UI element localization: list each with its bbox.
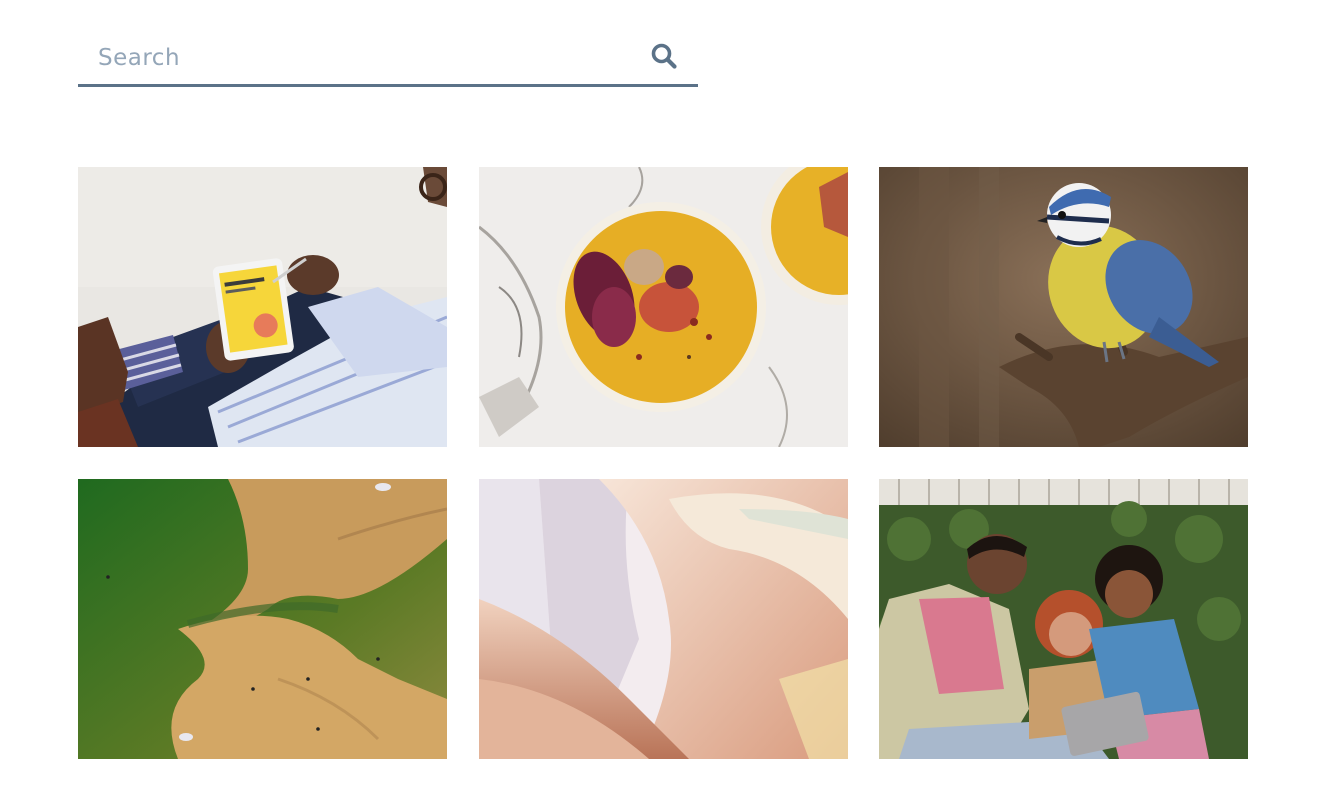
gallery-image-aerial-beach[interactable] [78, 479, 447, 759]
gallery-image-blue-tit[interactable] [879, 167, 1248, 447]
search-button[interactable] [650, 40, 682, 72]
search-bar [78, 36, 698, 87]
gallery-image-soup-bowl[interactable] [479, 167, 848, 447]
search-input[interactable] [78, 36, 658, 80]
gallery-image-person-tablet[interactable] [78, 167, 447, 447]
gallery-image-abstract-ribbons[interactable] [479, 479, 848, 759]
search-icon [650, 42, 682, 70]
gallery-image-friends-laughing[interactable] [879, 479, 1248, 759]
